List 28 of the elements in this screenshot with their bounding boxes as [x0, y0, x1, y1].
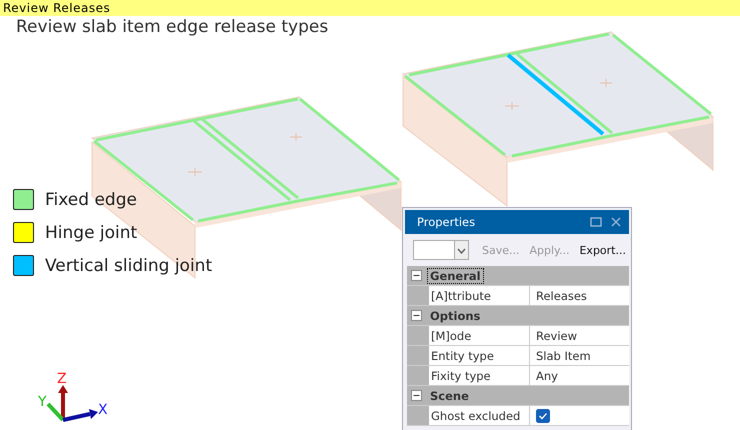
property-label: Ghost excluded: [429, 406, 530, 425]
checkbox[interactable]: [536, 408, 550, 422]
row-gutter: [407, 346, 429, 365]
property-label: Entity type: [429, 346, 530, 365]
collapse-icon[interactable]: [411, 270, 422, 281]
property-value[interactable]: Releases: [530, 286, 629, 305]
panel-title: Properties: [417, 215, 476, 229]
close-icon[interactable]: [611, 217, 621, 227]
view-heading: Review slab item edge release types: [15, 17, 328, 37]
caret-icon: [454, 241, 468, 259]
toolbar-button[interactable]: Export...: [576, 244, 629, 256]
property-value[interactable]: Any: [530, 366, 629, 385]
maximize-icon[interactable]: [590, 217, 602, 227]
property-label: Fixity type: [429, 366, 530, 385]
legend-label: Fixed edge: [45, 190, 137, 210]
legend-label: Hinge joint: [45, 222, 138, 242]
property-label: [M]ode: [429, 326, 530, 345]
property-label: [A]ttribute: [429, 286, 530, 305]
axis-triad-drawing: Z Y X: [38, 371, 108, 422]
property-value[interactable]: Slab Item: [530, 346, 629, 365]
group-header[interactable]: Options: [428, 308, 482, 322]
collapse-icon[interactable]: [411, 310, 422, 321]
group-header[interactable]: Scene: [428, 388, 471, 402]
group-header[interactable]: General: [428, 268, 483, 282]
collapse-icon[interactable]: [411, 390, 422, 401]
legend-label: Vertical sliding joint: [45, 256, 212, 276]
window-title: Review Releases: [3, 1, 110, 15]
property-value[interactable]: Review: [530, 326, 629, 345]
